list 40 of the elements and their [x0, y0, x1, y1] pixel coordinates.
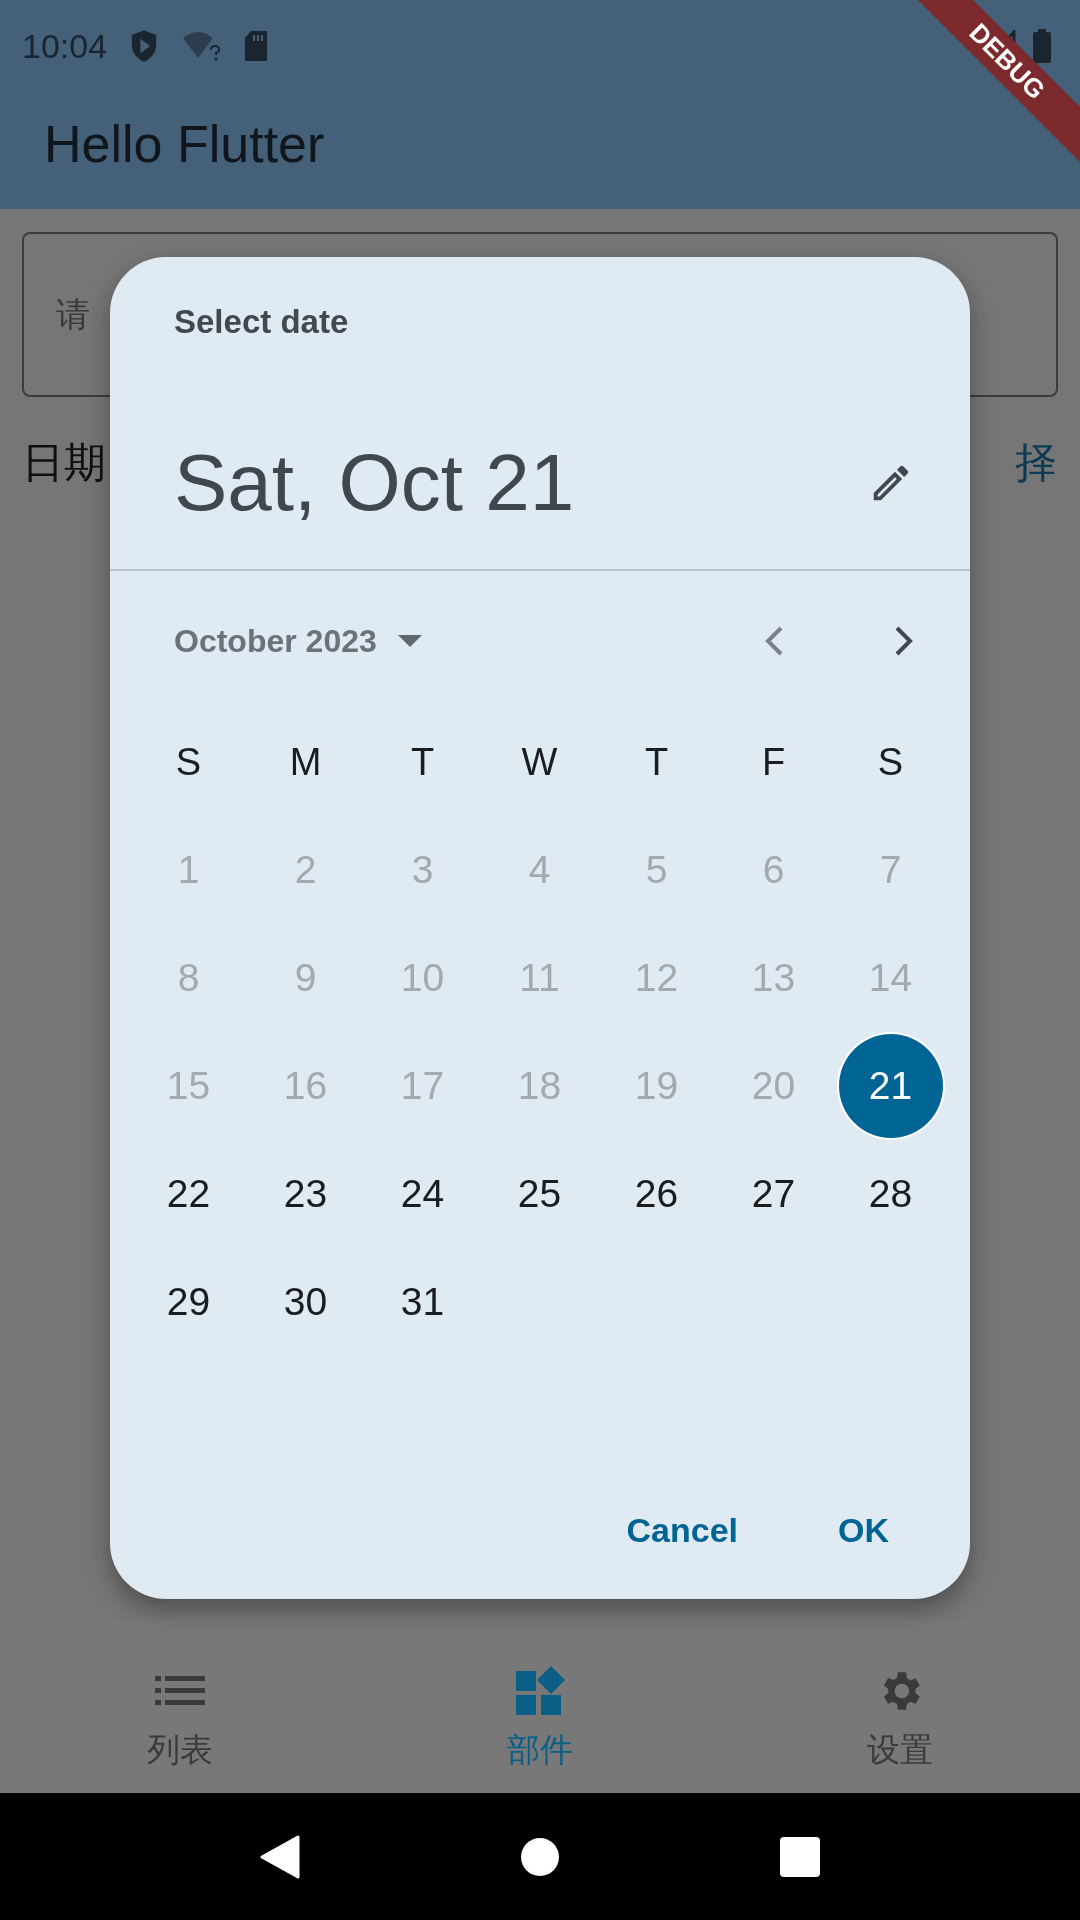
chevron-left-icon[interactable] — [764, 625, 784, 657]
wifi-question-icon — [181, 30, 222, 62]
nav-tab[interactable]: 部件 — [360, 1620, 720, 1793]
app-title: Hello Flutter — [44, 113, 325, 174]
month-dropdown[interactable]: October 2023 — [174, 622, 423, 660]
weekday-label: S — [877, 740, 904, 784]
back-icon[interactable] — [260, 1834, 301, 1879]
dialog-button[interactable]: OK — [818, 1499, 909, 1562]
weekday-label: T — [410, 740, 435, 784]
day-button[interactable]: 22 — [136, 1142, 241, 1246]
date-label: 日期 — [22, 438, 106, 488]
day-button[interactable]: 31 — [370, 1250, 475, 1354]
text-field[interactable]: 请 — [56, 295, 116, 334]
dropdown-caret-icon — [396, 634, 423, 648]
nav-tab[interactable]: 列表 — [0, 1620, 360, 1793]
weekday-label: S — [175, 740, 202, 784]
widgets-icon — [515, 1666, 565, 1716]
day-button[interactable]: 25 — [487, 1142, 592, 1246]
chevron-right-icon[interactable] — [894, 625, 914, 657]
weekday-label: M — [289, 740, 322, 784]
day-button[interactable]: 30 — [253, 1250, 358, 1354]
day-button[interactable]: 29 — [136, 1250, 241, 1354]
status-time: 10:04 — [22, 26, 108, 66]
weekday-label: W — [521, 740, 558, 784]
day-button[interactable]: 26 — [604, 1142, 709, 1246]
nav-tab[interactable]: 设置 — [720, 1620, 1080, 1793]
home-icon[interactable] — [521, 1837, 559, 1876]
dialog-header: Select date — [174, 303, 349, 341]
recents-icon[interactable] — [779, 1836, 820, 1877]
sd-card-icon — [243, 30, 270, 62]
weekday-label: T — [644, 740, 669, 784]
pick-date-button[interactable]: 择 — [1014, 435, 1058, 491]
day-button[interactable]: 27 — [721, 1142, 826, 1246]
day-button[interactable]: 28 — [838, 1142, 943, 1246]
day-button[interactable]: 24 — [370, 1142, 475, 1246]
selected-date: Sat, Oct 21 — [174, 437, 575, 529]
weekday-label: F — [761, 740, 786, 784]
day-button[interactable]: 23 — [253, 1142, 358, 1246]
dialog-button[interactable]: Cancel — [606, 1499, 758, 1562]
day-button[interactable]: 21 — [838, 1034, 943, 1138]
